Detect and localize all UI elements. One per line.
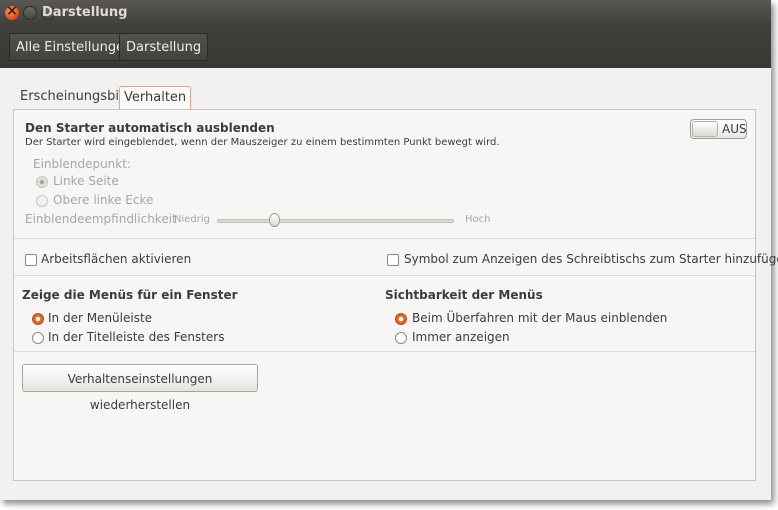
workspaces-label: Arbeitsflächen aktivieren bbox=[41, 252, 192, 266]
slider-handle[interactable] bbox=[268, 213, 280, 227]
breadcrumb-appearance[interactable]: Darstellung bbox=[119, 33, 209, 61]
reveal-topleft-radio[interactable] bbox=[36, 195, 48, 207]
desktop-icon-label: Symbol zum Anzeigen des Schreibtischs zu… bbox=[404, 252, 778, 266]
title-bar: Darstellung bbox=[0, 0, 771, 27]
sensitivity-label: Einblendeempfindlichkeit bbox=[25, 212, 177, 226]
menus-menubar-label: In der Menüleiste bbox=[48, 311, 153, 325]
tab-erscheinungsbild[interactable]: Erscheinungsbild bbox=[16, 86, 135, 108]
tab-verhalten[interactable]: Verhalten bbox=[119, 86, 192, 109]
visibility-heading: Sichtbarkeit der Menüs bbox=[385, 288, 543, 302]
menus-titlebar-label: In der Titelleiste des Fensters bbox=[48, 330, 225, 344]
autohide-switch[interactable]: AUS bbox=[690, 119, 747, 139]
close-icon[interactable] bbox=[5, 3, 19, 20]
reveal-left-radio[interactable] bbox=[36, 176, 48, 188]
workspaces-checkbox[interactable] bbox=[25, 254, 37, 266]
visibility-always-label: Immer anzeigen bbox=[412, 330, 510, 344]
reveal-topleft-label: Obere linke Ecke bbox=[53, 193, 154, 207]
switch-state-label: AUS bbox=[722, 122, 747, 136]
menus-titlebar-radio[interactable] bbox=[32, 332, 44, 344]
switch-knob bbox=[692, 121, 718, 137]
autohide-description: Der Starter wird eingeblendet, wenn der … bbox=[25, 137, 500, 148]
content-area: Erscheinungsbild Verhalten Den Starter a… bbox=[0, 68, 778, 500]
minimize-icon[interactable] bbox=[23, 6, 37, 20]
sensitivity-slider[interactable] bbox=[217, 219, 454, 223]
desktop-icon-checkbox[interactable] bbox=[387, 254, 399, 266]
visibility-hover-label: Beim Überfahren mit der Maus einblenden bbox=[412, 311, 668, 325]
reset-behavior-button[interactable]: Verhaltenseinstellungen wiederherstellen bbox=[22, 364, 258, 412]
reveal-left-label: Linke Seite bbox=[53, 174, 119, 188]
settings-window: Darstellung Alle Einstellungen Darstellu… bbox=[0, 0, 778, 500]
sensitivity-low-label: Niedrig bbox=[174, 214, 210, 225]
menus-heading: Zeige die Menüs für ein Fenster bbox=[22, 288, 238, 302]
reveal-location-label: Einblendepunkt: bbox=[33, 157, 131, 171]
divider bbox=[14, 351, 755, 352]
visibility-hover-radio[interactable] bbox=[395, 313, 407, 325]
autohide-heading: Den Starter automatisch ausblenden bbox=[25, 121, 275, 135]
divider bbox=[14, 238, 755, 239]
visibility-always-radio[interactable] bbox=[395, 332, 407, 344]
behavior-panel: Den Starter automatisch ausblenden Der S… bbox=[13, 109, 778, 481]
sensitivity-high-label: Hoch bbox=[465, 214, 491, 225]
menus-menubar-radio[interactable] bbox=[32, 313, 44, 325]
divider bbox=[14, 275, 755, 276]
window-title: Darstellung bbox=[42, 5, 128, 20]
toolbar: Alle Einstellungen Darstellung bbox=[0, 27, 771, 68]
